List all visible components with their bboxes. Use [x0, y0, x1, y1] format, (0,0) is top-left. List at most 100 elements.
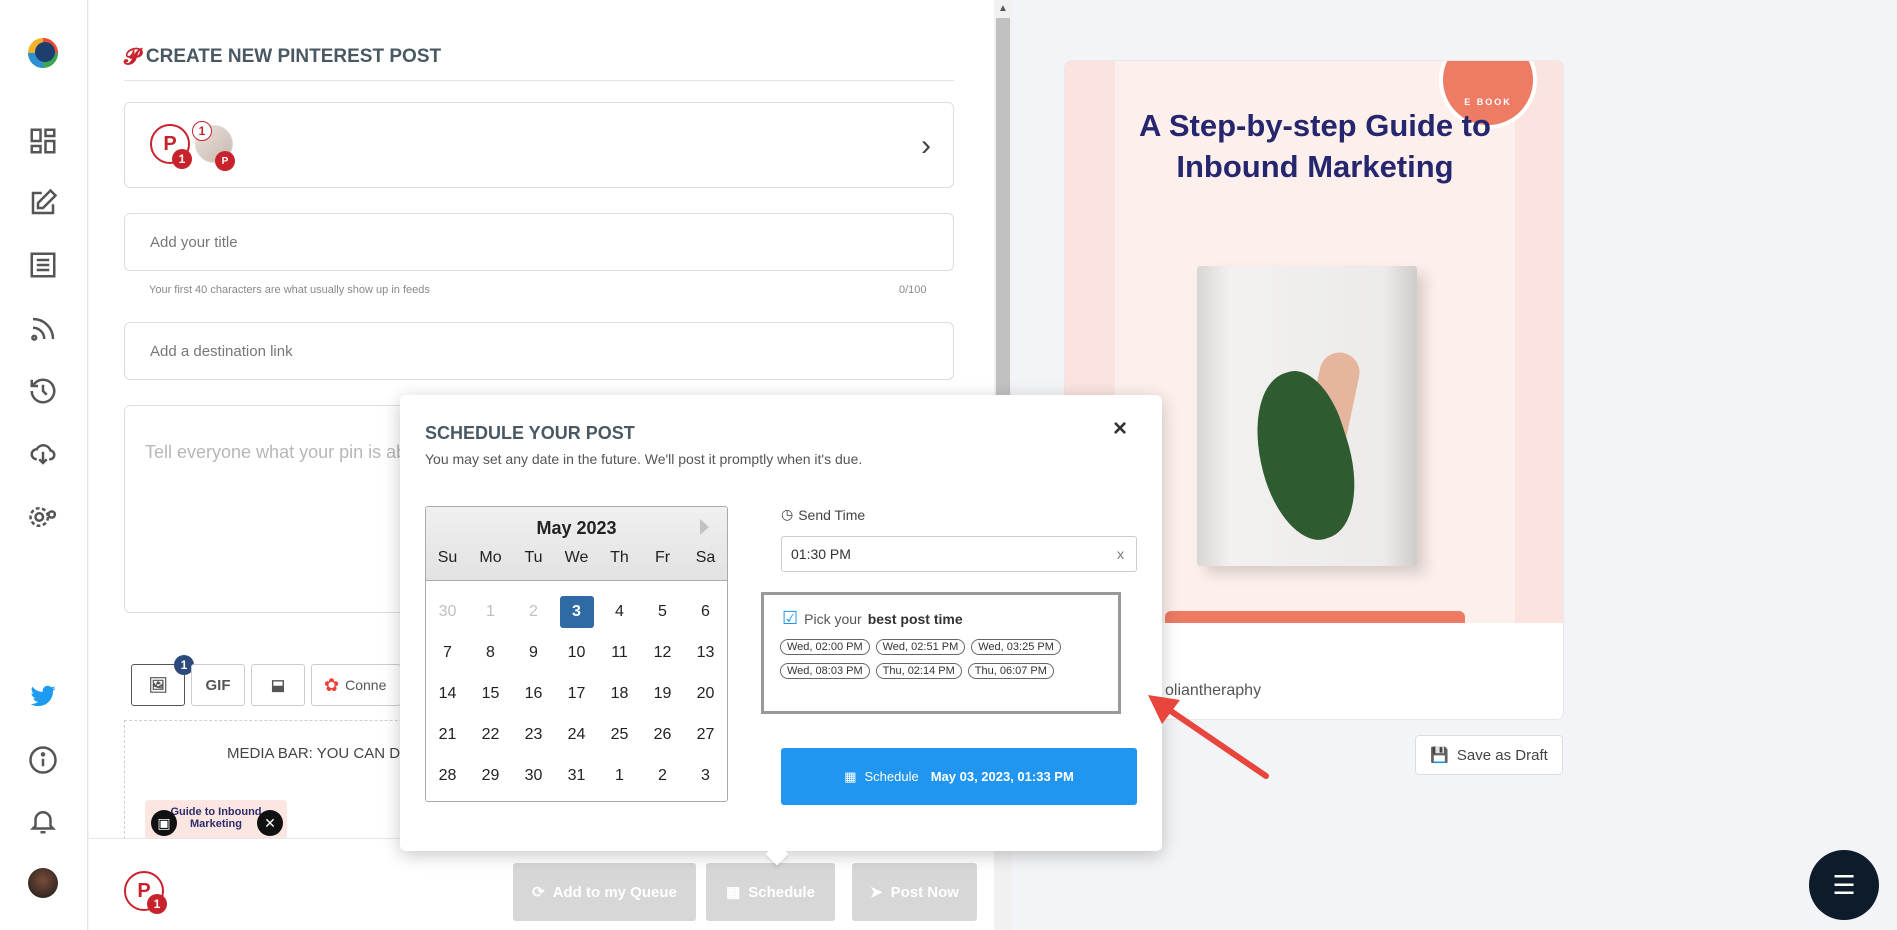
best-time-header: ☑ Pick your best post time — [782, 608, 963, 628]
calendar-day[interactable]: 2 — [512, 591, 555, 632]
calendar-day[interactable]: 28 — [426, 755, 469, 796]
image-upload-button[interactable]: 🖼 1 — [131, 655, 194, 706]
add-to-queue-button[interactable]: ⟳ Add to my Queue — [513, 863, 696, 921]
posts-icon[interactable] — [24, 246, 62, 284]
preview-heading: A Step-by-step Guide to Inbound Marketin… — [1139, 108, 1491, 184]
next-month-icon[interactable] — [700, 519, 709, 535]
calendar-day[interactable]: 18 — [598, 673, 641, 714]
bell-icon[interactable] — [24, 802, 62, 840]
calendar-day[interactable]: 3 — [555, 591, 598, 632]
modal-subtitle: You may set any date in the future. We'l… — [425, 451, 863, 467]
floppy-icon: 💾 — [1430, 747, 1449, 764]
dashboard-icon[interactable] — [24, 122, 62, 160]
calendar-day[interactable]: 6 — [684, 591, 727, 632]
page-title: 𝓟 CREATE NEW PINTEREST POST — [124, 44, 442, 69]
calendar-day[interactable]: 8 — [469, 632, 512, 673]
weekday-header: Mo — [479, 549, 502, 566]
chevron-right-icon[interactable]: › — [921, 129, 931, 163]
title-counter: 0/100 — [899, 284, 927, 296]
calendar-check-icon: ☑ — [782, 608, 799, 628]
settings-icon[interactable] — [24, 498, 62, 536]
best-post-time-box: ☑ Pick your best post time Wed, 02:00 PM… — [761, 592, 1121, 714]
profile-avatar[interactable] — [24, 864, 62, 902]
logo-icon[interactable] — [24, 34, 62, 72]
bottom-action-bar: P 1 ⟳ Add to my Queue ▦ Schedule ➤ Post Now — [89, 838, 994, 930]
best-time-chip[interactable]: Wed, 03:25 PM — [971, 639, 1061, 655]
link-field-box[interactable] — [124, 322, 954, 380]
compose-icon[interactable] — [24, 184, 62, 222]
twitter-icon[interactable] — [24, 677, 62, 715]
rss-icon[interactable] — [24, 310, 62, 348]
upload-icon: ⬓ — [270, 677, 286, 694]
calendar-day[interactable]: 29 — [469, 755, 512, 796]
close-icon[interactable]: × — [1113, 415, 1127, 443]
calendar-day[interactable]: 1 — [469, 591, 512, 632]
calendar-day[interactable]: 7 — [426, 632, 469, 673]
calendar-day[interactable]: 21 — [426, 714, 469, 755]
calendar-day[interactable]: 1 — [598, 755, 641, 796]
calendar-header: May 2023 Su Mo Tu We Th Fr Sa — [426, 507, 727, 581]
edit-image-icon[interactable]: ▣ — [151, 810, 177, 836]
best-time-chip[interactable]: Thu, 02:14 PM — [875, 663, 962, 679]
account-selector[interactable]: P 1 1 P › — [124, 102, 954, 188]
bottom-badge: 1 — [147, 894, 167, 914]
calendar-day[interactable]: 10 — [555, 632, 598, 673]
schedule-modal: SCHEDULE YOUR POST You may set any date … — [400, 395, 1162, 866]
sidebar — [0, 0, 88, 930]
calendar-day[interactable]: 23 — [512, 714, 555, 755]
remove-media-icon[interactable]: ✕ — [257, 810, 283, 836]
cloud-download-icon[interactable] — [24, 434, 62, 472]
history-icon[interactable] — [24, 372, 62, 410]
schedule-button[interactable]: ▦ Schedule — [706, 863, 835, 921]
calendar-day[interactable]: 22 — [469, 714, 512, 755]
red-arrow-annotation — [1148, 695, 1269, 779]
info-icon[interactable] — [24, 741, 62, 779]
calendar-day[interactable]: 31 — [555, 755, 598, 796]
calendar-day[interactable]: 3 — [684, 755, 727, 796]
menu-icon: ☰ — [1832, 869, 1856, 900]
calendar-day[interactable]: 24 — [555, 714, 598, 755]
calendar-day[interactable]: 15 — [469, 673, 512, 714]
save-as-draft-button[interactable]: 💾 Save as Draft — [1415, 735, 1563, 775]
calendar-day[interactable]: 26 — [641, 714, 684, 755]
upload-button[interactable]: ⬓ — [251, 664, 305, 706]
scroll-up-icon[interactable]: ▲ — [998, 3, 1008, 14]
weekday-header: Su — [437, 549, 458, 566]
calendar-day[interactable]: 4 — [598, 591, 641, 632]
calendar-day[interactable]: 5 — [641, 591, 684, 632]
calendar-day[interactable]: 30 — [512, 755, 555, 796]
destination-link-input[interactable] — [125, 323, 953, 379]
post-now-button[interactable]: ➤ Post Now — [852, 863, 977, 921]
calendar-day[interactable]: 12 — [641, 632, 684, 673]
calendar-day[interactable]: 9 — [512, 632, 555, 673]
best-time-chip[interactable]: Thu, 06:07 PM — [967, 663, 1054, 679]
confirm-schedule-button[interactable]: ▦ Schedule May 03, 2023, 01:33 PM — [781, 748, 1137, 805]
calendar-day[interactable]: 11 — [598, 632, 641, 673]
best-time-chip[interactable]: Wed, 02:51 PM — [875, 639, 966, 655]
calendar-day[interactable]: 30 — [426, 591, 469, 632]
weekday-header: We — [564, 549, 589, 566]
calendar-day[interactable]: 19 — [641, 673, 684, 714]
best-time-chip[interactable]: Wed, 02:00 PM — [780, 639, 870, 655]
calendar-day[interactable]: 17 — [555, 673, 598, 714]
title-field-box[interactable] — [124, 213, 954, 271]
menu-fab-button[interactable]: ☰ — [1809, 850, 1879, 920]
calendar-day[interactable]: 14 — [426, 673, 469, 714]
calendar-day[interactable]: 13 — [684, 632, 727, 673]
calendar-day[interactable]: 25 — [598, 714, 641, 755]
google-photos-button[interactable]: ✿ Conne — [311, 664, 401, 706]
media-bar-text: MEDIA BAR: YOU CAN DRA — [227, 745, 421, 762]
gif-button[interactable]: GIF — [191, 664, 245, 706]
best-time-chip[interactable]: Wed, 08:03 PM — [780, 663, 870, 679]
weekday-header: Tu — [524, 549, 543, 566]
clock-icon: ◷ — [781, 506, 794, 522]
calendar-day[interactable]: 20 — [684, 673, 727, 714]
calendar-day[interactable]: 27 — [684, 714, 727, 755]
calendar-day[interactable]: 16 — [512, 673, 555, 714]
divider — [124, 80, 954, 81]
calendar-day[interactable]: 2 — [641, 755, 684, 796]
send-time-input[interactable]: 01:30 PM x — [781, 536, 1137, 572]
title-input[interactable] — [125, 214, 953, 270]
clear-time-button[interactable]: x — [1117, 546, 1124, 562]
account-badge: 1 — [172, 149, 192, 169]
